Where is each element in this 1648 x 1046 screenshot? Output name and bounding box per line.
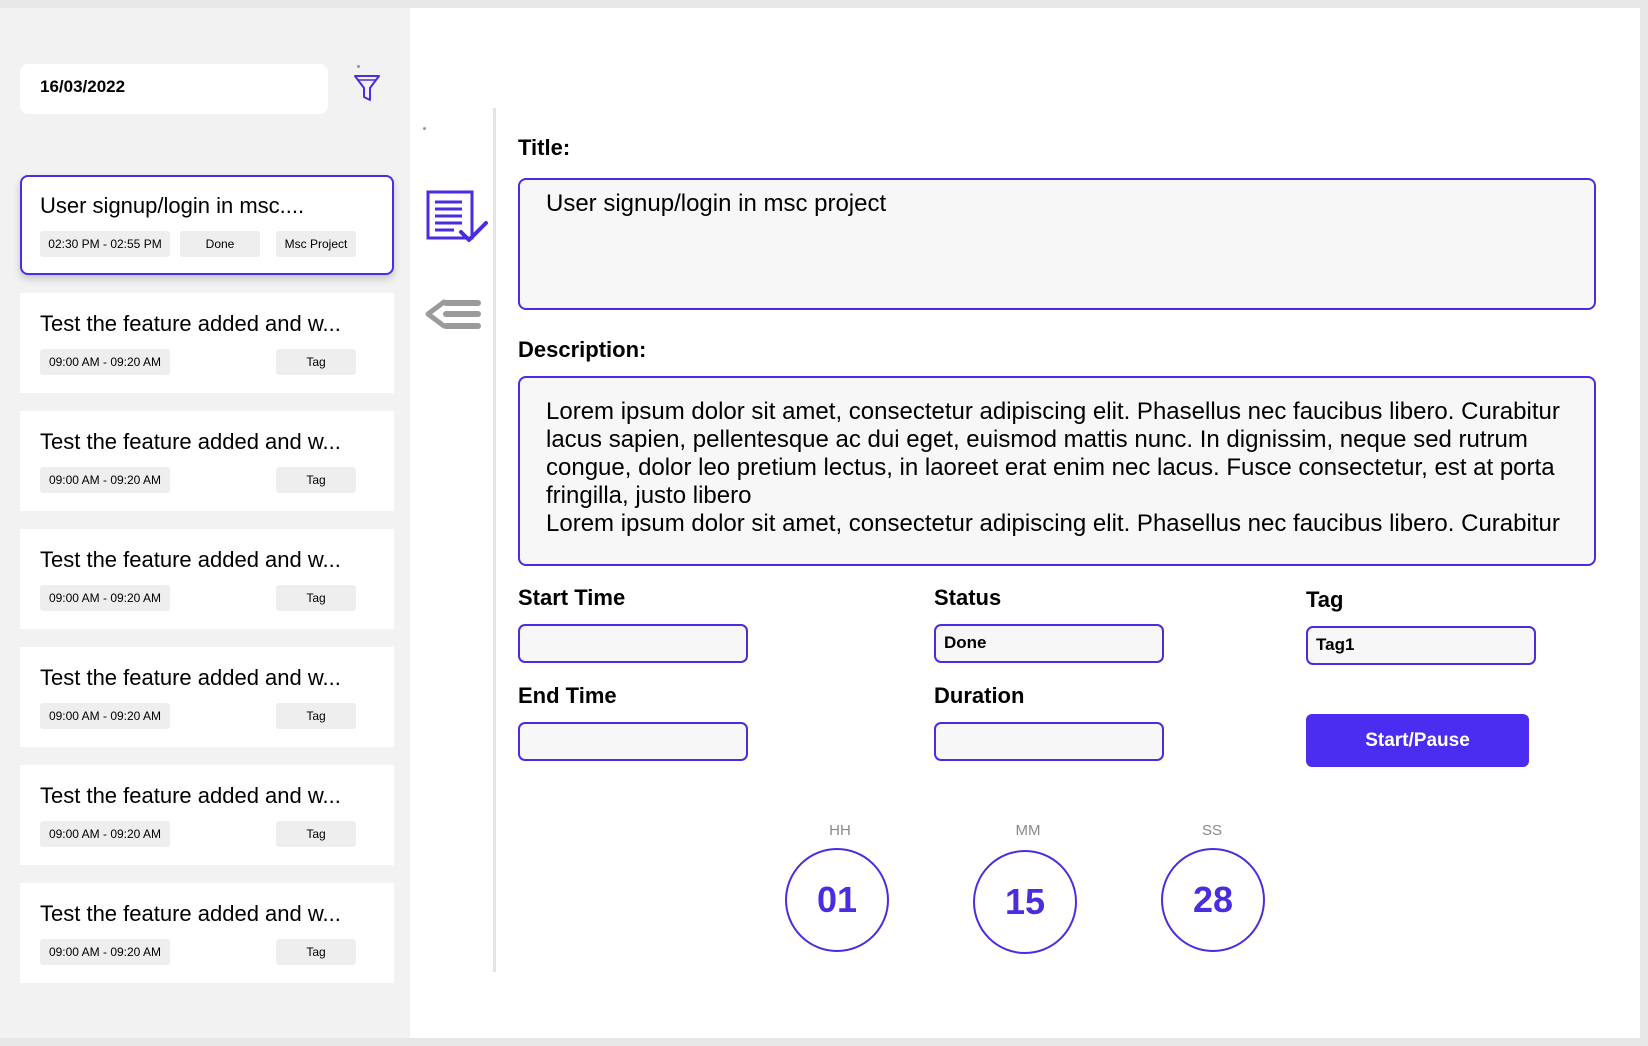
duration-label: Duration xyxy=(934,683,1025,708)
funnel-icon xyxy=(354,75,380,101)
task-title: Test the feature added and w... xyxy=(40,665,341,690)
filter-button[interactable] xyxy=(352,70,384,106)
timer-minutes: 15 xyxy=(973,850,1077,954)
status-input[interactable]: Done xyxy=(934,624,1164,663)
tag-input[interactable]: Tag1 xyxy=(1306,626,1536,665)
task-card[interactable]: Test the feature added and w... 09:00 AM… xyxy=(20,411,394,511)
description-label: Description: xyxy=(518,337,647,362)
vertical-divider xyxy=(493,108,496,972)
decorative-dot xyxy=(423,127,426,130)
status-label: Status xyxy=(934,585,1002,610)
task-time-chip: 09:00 AM - 09:20 AM xyxy=(40,585,170,611)
app-frame: 16/03/2022 User signup/login in msc.... … xyxy=(0,8,1640,1038)
task-status-chip: Done xyxy=(180,231,260,257)
task-time-chip: 09:00 AM - 09:20 AM xyxy=(40,939,170,965)
title-input[interactable]: User signup/login in msc project xyxy=(518,178,1596,310)
task-time-chip: 02:30 PM - 02:55 PM xyxy=(40,231,170,257)
description-textarea[interactable]: Lorem ipsum dolor sit amet, consectetur … xyxy=(518,376,1596,566)
task-tag-chip: Tag xyxy=(276,939,356,965)
end-time-input[interactable] xyxy=(518,722,748,761)
task-title: Test the feature added and w... xyxy=(40,901,341,926)
checklist-icon xyxy=(426,190,488,242)
task-title: Test the feature added and w... xyxy=(40,311,341,336)
task-tag-chip: Tag xyxy=(276,349,356,375)
decorative-dot xyxy=(357,65,360,68)
collapse-list-button[interactable] xyxy=(424,296,482,340)
timer-ss-label: SS xyxy=(1201,822,1222,839)
task-list-button[interactable] xyxy=(426,190,490,250)
task-card[interactable]: Test the feature added and w... 09:00 AM… xyxy=(20,293,394,393)
task-tag-chip: Tag xyxy=(276,467,356,493)
timer-hh-label: HH xyxy=(829,822,851,839)
timer-mm-label: MM xyxy=(1015,822,1041,839)
task-title: User signup/login in msc.... xyxy=(40,193,305,218)
timer-hours: 01 xyxy=(785,848,889,952)
task-tag-chip: Tag xyxy=(276,703,356,729)
date-field[interactable]: 16/03/2022 xyxy=(20,64,328,114)
start-pause-button[interactable]: Start/Pause xyxy=(1306,714,1529,767)
task-card[interactable]: Test the feature added and w... 09:00 AM… xyxy=(20,765,394,865)
task-tag-chip: Tag xyxy=(276,821,356,847)
task-time-chip: 09:00 AM - 09:20 AM xyxy=(40,467,170,493)
task-card[interactable]: Test the feature added and w... 09:00 AM… xyxy=(20,647,394,747)
start-time-label: Start Time xyxy=(518,585,626,610)
task-time-chip: 09:00 AM - 09:20 AM xyxy=(40,703,170,729)
task-title: Test the feature added and w... xyxy=(40,783,341,808)
task-card[interactable]: User signup/login in msc.... 02:30 PM - … xyxy=(20,175,394,275)
task-card[interactable]: Test the feature added and w... 09:00 AM… xyxy=(20,529,394,629)
timer-seconds: 28 xyxy=(1161,848,1265,952)
task-title: Test the feature added and w... xyxy=(40,547,341,572)
task-sidebar: 16/03/2022 User signup/login in msc.... … xyxy=(0,8,410,1038)
task-card[interactable]: Test the feature added and w... 09:00 AM… xyxy=(20,883,394,983)
start-time-input[interactable] xyxy=(518,624,748,663)
task-title: Test the feature added and w... xyxy=(40,429,341,454)
tag-label: Tag xyxy=(1306,587,1344,612)
end-time-label: End Time xyxy=(518,683,617,708)
task-time-chip: 09:00 AM - 09:20 AM xyxy=(40,821,170,847)
task-time-chip: 09:00 AM - 09:20 AM xyxy=(40,349,170,375)
task-tag-chip: Tag xyxy=(276,585,356,611)
title-label: Title: xyxy=(518,135,571,160)
collapse-list-icon xyxy=(425,299,481,329)
duration-input[interactable] xyxy=(934,722,1164,761)
task-tag-chip: Msc Project xyxy=(276,231,356,257)
